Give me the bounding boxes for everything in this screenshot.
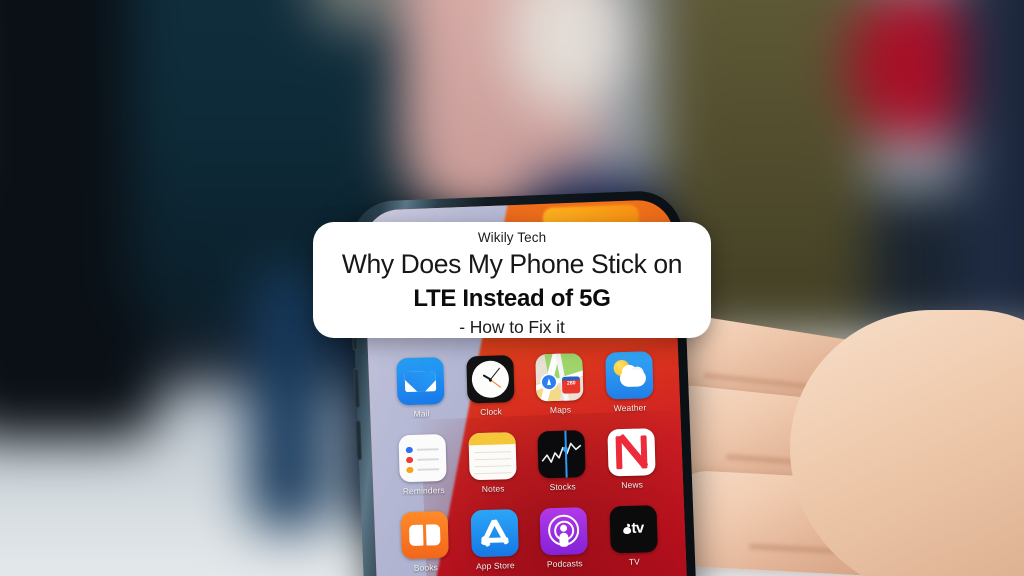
apple-tv-icon: tv: [609, 505, 658, 554]
app-icon-news[interactable]: News: [596, 428, 667, 491]
app-label: Mail: [413, 408, 430, 419]
app-label: Stocks: [549, 481, 576, 493]
app-label: News: [621, 479, 644, 491]
app-label: Reminders: [402, 485, 445, 497]
notes-icon: [468, 432, 517, 481]
news-icon: [607, 428, 656, 477]
weather-icon: [604, 351, 654, 400]
maps-icon: 280: [535, 353, 584, 402]
title-card: Wikily Tech Why Does My Phone Stick on L…: [313, 222, 711, 338]
app-label: Weather: [613, 402, 647, 414]
app-label: Notes: [481, 483, 505, 495]
books-icon: [400, 510, 450, 560]
stocks-icon: [537, 430, 586, 479]
app-icon-stocks[interactable]: Stocks: [526, 430, 597, 493]
app-icon-app-store[interactable]: App Store: [459, 509, 530, 572]
app-icon-books[interactable]: Books: [390, 510, 461, 574]
app-icon-reminders[interactable]: Reminders: [387, 433, 458, 497]
clock-icon: [466, 355, 515, 404]
app-icon-maps[interactable]: 280 Maps: [524, 353, 595, 416]
reminders-icon: [398, 433, 447, 483]
app-label: Clock: [480, 406, 503, 418]
app-label: App Store: [475, 560, 515, 572]
app-icon-notes[interactable]: Notes: [457, 432, 528, 495]
app-label: TV: [628, 556, 640, 567]
app-label: Books: [413, 562, 439, 573]
app-icon-clock[interactable]: Clock: [455, 355, 526, 418]
home-screen-app-grid: Mail Clock 280 Maps Weather Reminders No…: [369, 350, 685, 574]
maps-route-badge: 280: [566, 380, 576, 387]
screenshot-stage: Mail Clock 280 Maps Weather Reminders No…: [0, 0, 1024, 576]
app-icon-weather[interactable]: Weather: [594, 351, 665, 414]
headline-line-1: Why Does My Phone Stick on: [341, 249, 683, 280]
podcasts-icon: [539, 507, 589, 556]
app-icon-mail[interactable]: Mail: [385, 357, 456, 420]
app-label: Maps: [549, 404, 572, 416]
mail-icon: [396, 357, 445, 406]
app-store-icon: [470, 509, 519, 558]
hand-holding-phone: [640, 300, 1024, 576]
app-label: Podcasts: [546, 558, 583, 570]
brand-name: Wikily Tech: [477, 230, 547, 245]
headline-subtitle: - How to Fix it: [459, 316, 565, 337]
app-icon-apple-tv[interactable]: tv TV: [598, 505, 669, 568]
headline-line-2: LTE Instead of 5G: [413, 284, 611, 312]
app-icon-podcasts[interactable]: Podcasts: [529, 507, 600, 570]
